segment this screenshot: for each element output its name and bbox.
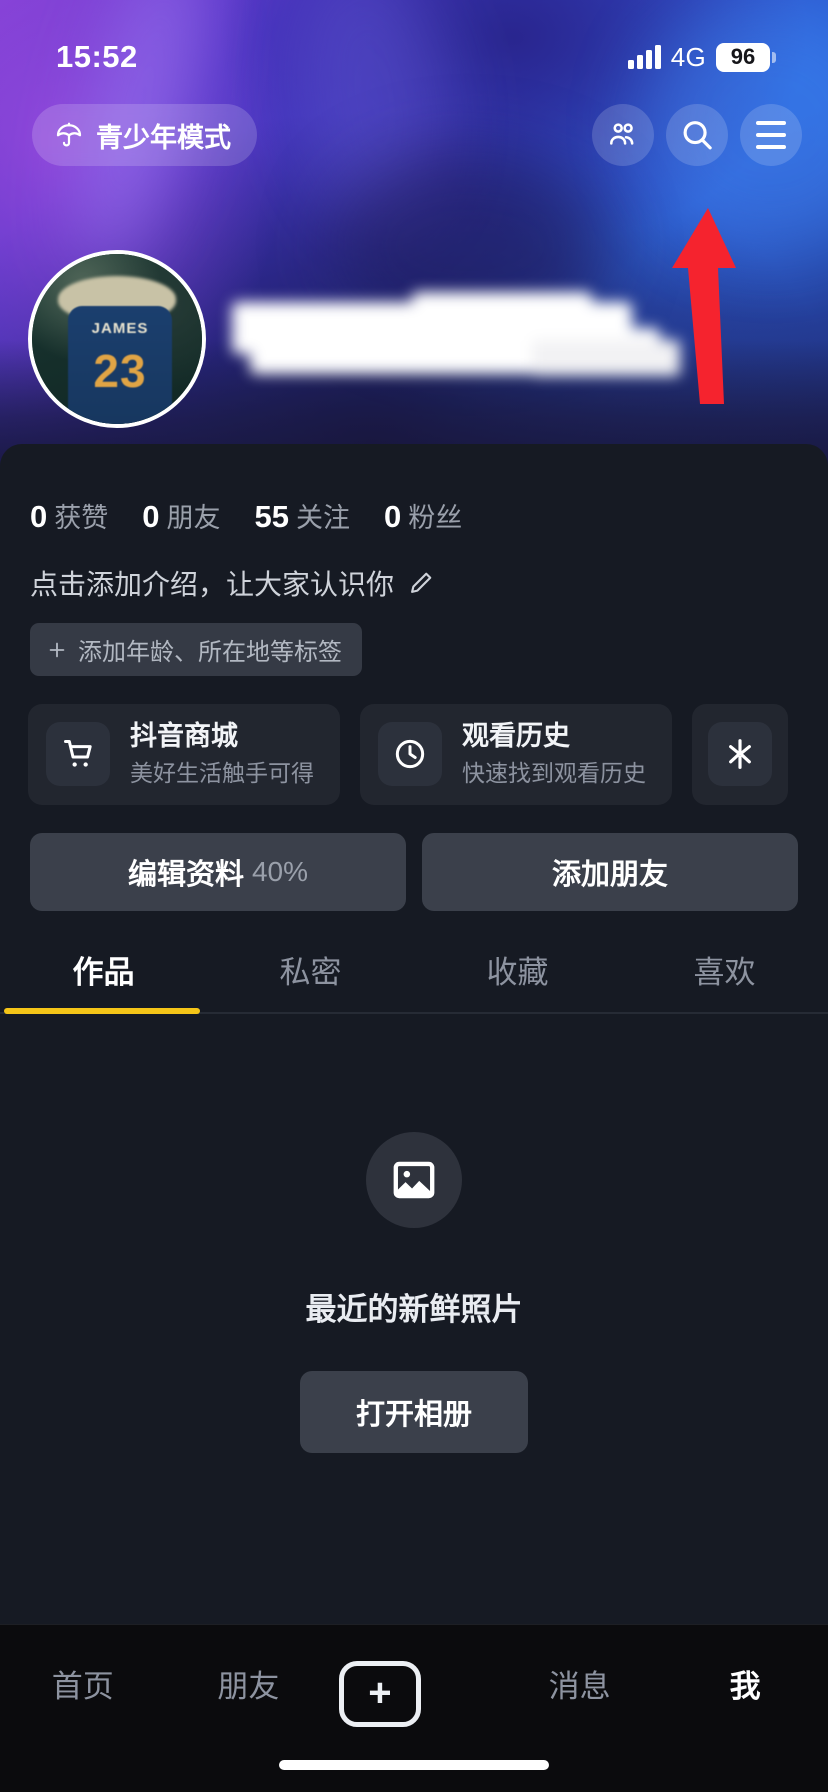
add-tags-label: 添加年龄、所在地等标签 (78, 639, 342, 666)
card-subtitle: 美好生活触手可得 (130, 759, 314, 786)
people-icon (610, 123, 634, 145)
empty-state-icon-circle (366, 1131, 462, 1228)
stat-followers[interactable]: 0 粉丝 (384, 496, 462, 535)
stat-value: 0 (383, 499, 402, 534)
bio-placeholder-row[interactable]: 点击添加介绍，让大家认识你 (0, 535, 828, 603)
teen-mode-button[interactable]: 青少年模式 (32, 104, 257, 166)
nav-label: 消息 (548, 1669, 611, 1704)
open-album-label: 打开相册 (355, 1398, 472, 1431)
edit-profile-percent: 40% (251, 855, 309, 887)
nav-label: 朋友 (217, 1669, 280, 1704)
plus-create-icon: + (338, 1661, 421, 1727)
tab-active-indicator (4, 1007, 200, 1014)
tab-liked[interactable]: 喜欢 (621, 947, 828, 1014)
nav-item-friends[interactable]: 朋友 (173, 1661, 323, 1706)
friends-button[interactable] (592, 104, 654, 166)
signal-bars-icon (627, 45, 661, 69)
tab-favorites[interactable]: 收藏 (414, 947, 621, 1014)
add-tags-chip[interactable]: 添加年龄、所在地等标签 (30, 623, 362, 676)
profile-stats-row: 0 获赞 0 朋友 55 关注 0 粉丝 (0, 444, 828, 535)
pencil-icon (411, 572, 432, 593)
card-icon-wrap (46, 722, 110, 787)
empty-state: 最近的新鲜照片 打开相册 (0, 1014, 828, 1453)
tab-label: 私密 (279, 954, 342, 990)
tab-private[interactable]: 私密 (207, 947, 414, 1014)
quick-entry-cards: 抖音商城 美好生活触手可得 观看历史 快速找到观看历史 (0, 676, 828, 805)
card-icon-wrap (708, 722, 772, 787)
stat-friends[interactable]: 0 朋友 (142, 496, 220, 535)
stat-label: 获赞 (54, 503, 109, 533)
stat-following[interactable]: 55 关注 (255, 496, 350, 535)
status-bar-time: 15:52 (56, 39, 138, 74)
clock-icon (395, 740, 425, 769)
plus-icon (49, 642, 65, 657)
avatar-image: JAMES 23 (32, 254, 202, 424)
add-friend-label: 添加朋友 (551, 858, 668, 891)
empty-state-title: 最近的新鲜照片 (305, 1291, 523, 1327)
tab-label: 喜欢 (693, 954, 756, 990)
battery-cap (772, 51, 776, 63)
card-mall[interactable]: 抖音商城 美好生活触手可得 (28, 704, 340, 805)
red-arrow-up-icon (672, 208, 736, 404)
profile-action-buttons: 编辑资料 40% 添加朋友 (0, 805, 828, 911)
avatar-jersey-name: JAMES (91, 320, 149, 337)
umbrella-icon (56, 122, 82, 147)
avatar[interactable]: JAMES 23 (28, 250, 206, 428)
avatar-jersey-number: 23 (93, 345, 147, 397)
card-watch-history[interactable]: 观看历史 快速找到观看历史 (360, 704, 672, 805)
stat-value: 0 (30, 499, 48, 534)
app-screen: 15:52 4G 96 青少年模式 JAMES 23 0 获赞 0 朋友 55 … (0, 0, 828, 1792)
nav-label: 我 (729, 1669, 761, 1704)
card-title: 抖音商城 (130, 721, 238, 751)
tab-label: 收藏 (486, 954, 549, 990)
search-icon (683, 121, 712, 150)
home-indicator (279, 1760, 549, 1770)
add-friend-button[interactable]: 添加朋友 (422, 832, 798, 911)
banner-light-streak (330, 150, 610, 340)
edit-profile-button[interactable]: 编辑资料 40% (30, 832, 406, 911)
stat-label: 粉丝 (408, 503, 463, 533)
content-tabs: 作品 私密 收藏 喜欢 (0, 911, 828, 1014)
stat-value: 55 (254, 499, 289, 534)
open-album-button[interactable]: 打开相册 (299, 1370, 528, 1453)
network-type-label: 4G (670, 41, 706, 72)
nav-label: 首页 (51, 1669, 114, 1704)
stat-label: 关注 (295, 503, 350, 533)
stat-likes[interactable]: 0 获赞 (30, 496, 108, 535)
card-subtitle: 快速找到观看历史 (462, 759, 646, 786)
battery-level-label: 96 (716, 42, 770, 72)
nav-item-home[interactable]: 首页 (8, 1661, 158, 1706)
teen-mode-label: 青少年模式 (96, 122, 231, 153)
nav-item-create[interactable]: + (338, 1661, 489, 1727)
bio-placeholder-label: 点击添加介绍，让大家认识你 (30, 569, 395, 600)
card-text: 抖音商城 美好生活触手可得 (130, 720, 314, 789)
card-text: 观看历史 快速找到观看历史 (462, 720, 646, 789)
photo-image-icon (393, 1161, 435, 1198)
hamburger-menu-icon (756, 121, 786, 149)
sparkle-icon (729, 739, 751, 770)
stat-value: 0 (142, 499, 160, 534)
nav-item-messages[interactable]: 消息 (505, 1661, 655, 1706)
tab-label: 作品 (72, 954, 135, 990)
card-icon-wrap (378, 722, 442, 787)
bottom-navigation-bar: 首页 朋友 + 消息 我 (0, 1624, 828, 1792)
edit-profile-label: 编辑资料 (127, 858, 244, 891)
card-more[interactable] (692, 704, 788, 805)
card-title: 观看历史 (462, 721, 570, 751)
stat-label: 朋友 (166, 503, 221, 533)
status-bar-indicators: 4G 96 (627, 41, 776, 73)
status-bar: 15:52 4G 96 (0, 0, 828, 92)
nav-item-profile[interactable]: 我 (670, 1661, 820, 1706)
profile-content-sheet: 0 获赞 0 朋友 55 关注 0 粉丝 点击添加介绍，让大家认识你 添加年龄、… (0, 444, 828, 1792)
battery-icon: 96 (716, 42, 776, 72)
shopping-cart-icon (64, 740, 92, 768)
tab-works[interactable]: 作品 (0, 947, 207, 1014)
